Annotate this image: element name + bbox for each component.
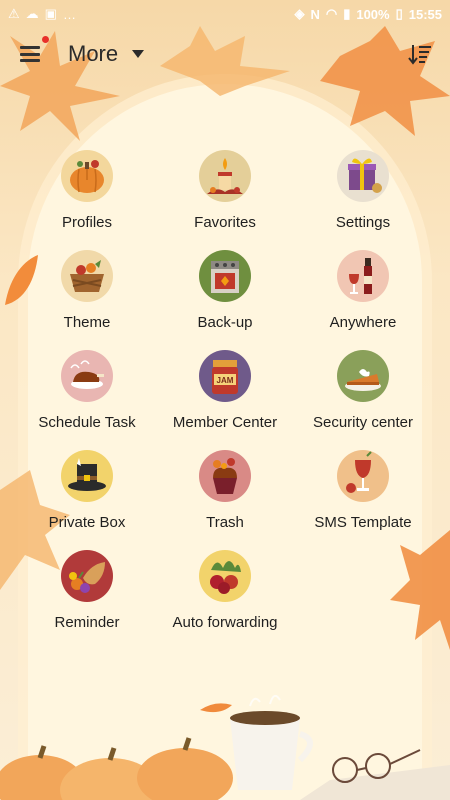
clock: 15:55 bbox=[408, 6, 442, 22]
status-right-icons: ◈ N ◠ ▮ 100% ▯ 15:55 bbox=[294, 6, 442, 22]
pumpkin-icon bbox=[61, 150, 113, 202]
grid-item-member-center[interactable]: JAM Member Center bbox=[156, 350, 294, 432]
jam-jar-icon: JAM bbox=[199, 350, 251, 402]
pilgrim-hat-icon bbox=[61, 450, 113, 502]
status-bar: ⚠ ☁ ▣ … ◈ N ◠ ▮ 100% ▯ 15:55 bbox=[0, 0, 450, 28]
pie-slice-icon bbox=[337, 350, 389, 402]
grid-item-security-center[interactable]: Security center bbox=[294, 350, 432, 432]
grid-item-private-box[interactable]: Private Box bbox=[18, 450, 156, 532]
cocktail-icon bbox=[337, 450, 389, 502]
battery-text: 100% bbox=[356, 6, 390, 22]
wifi-icon: ◠ bbox=[325, 6, 338, 21]
grid-item-label: Profiles bbox=[61, 214, 113, 231]
grid-item-label: Anywhere bbox=[329, 314, 397, 331]
grid-item-label: Security center bbox=[312, 414, 414, 431]
basket-icon bbox=[61, 250, 113, 302]
grid-item-label: Favorites bbox=[194, 214, 256, 231]
grid-item-settings[interactable]: Settings bbox=[294, 150, 432, 232]
hamburger-icon bbox=[20, 46, 40, 62]
app-toolbar: More bbox=[0, 28, 450, 80]
grid-item-sms-template[interactable]: SMS Template bbox=[294, 450, 432, 532]
sim-icon: N bbox=[310, 6, 320, 22]
grid-item-label: Theme bbox=[63, 314, 111, 331]
sort-list-icon[interactable] bbox=[408, 42, 432, 66]
signal-icon: ▮ bbox=[343, 6, 351, 21]
berries-icon bbox=[199, 550, 251, 602]
grid-item-label: Member Center bbox=[172, 414, 278, 431]
chevron-down-icon[interactable] bbox=[132, 50, 145, 58]
grid-item-label: Private Box bbox=[48, 514, 126, 531]
bag-icon: ▣ bbox=[44, 6, 57, 21]
grid-item-schedule-task[interactable]: Schedule Task bbox=[18, 350, 156, 432]
grid-item-anywhere[interactable]: Anywhere bbox=[294, 250, 432, 332]
candle-icon bbox=[199, 150, 251, 202]
grid-item-label: Schedule Task bbox=[38, 414, 136, 431]
grid-item-label: Reminder bbox=[54, 614, 120, 631]
grid-item-label: Settings bbox=[335, 214, 391, 231]
sync-icon: ☁ bbox=[25, 6, 39, 21]
autumn-bottom-decoration bbox=[0, 694, 450, 800]
svg-text:JAM: JAM bbox=[217, 376, 234, 385]
status-left-icons: ⚠ ☁ ▣ … bbox=[8, 6, 76, 22]
grid-item-trash[interactable]: Trash bbox=[156, 450, 294, 532]
cupcake-icon bbox=[199, 450, 251, 502]
more-dots-icon: … bbox=[62, 6, 76, 22]
grid-item-back-up[interactable]: Back-up bbox=[156, 250, 294, 332]
grid-item-auto-forwarding[interactable]: Auto forwarding bbox=[156, 550, 294, 632]
page-title[interactable]: More bbox=[68, 41, 118, 67]
grid-item-reminder[interactable]: Reminder bbox=[18, 550, 156, 632]
wine-icon bbox=[337, 250, 389, 302]
battery-icon: ▯ bbox=[395, 6, 403, 21]
feature-grid: Profiles Favorites Settings Theme Back-u… bbox=[18, 150, 432, 632]
notification-dot bbox=[42, 36, 49, 43]
menu-button[interactable] bbox=[0, 28, 60, 80]
gift-box-icon bbox=[337, 150, 389, 202]
grid-item-label: Trash bbox=[206, 514, 244, 531]
grid-item-profiles[interactable]: Profiles bbox=[18, 150, 156, 232]
grid-item-label: SMS Template bbox=[314, 514, 412, 531]
grid-item-favorites[interactable]: Favorites bbox=[156, 150, 294, 232]
warning-icon: ⚠ bbox=[8, 6, 20, 21]
nfc-icon: ◈ bbox=[294, 6, 305, 21]
roast-turkey-icon bbox=[61, 350, 113, 402]
grid-item-label: Auto forwarding bbox=[172, 614, 278, 631]
grid-item-label: Back-up bbox=[197, 314, 253, 331]
cornucopia-icon bbox=[61, 550, 113, 602]
grid-item-theme[interactable]: Theme bbox=[18, 250, 156, 332]
oven-icon bbox=[199, 250, 251, 302]
